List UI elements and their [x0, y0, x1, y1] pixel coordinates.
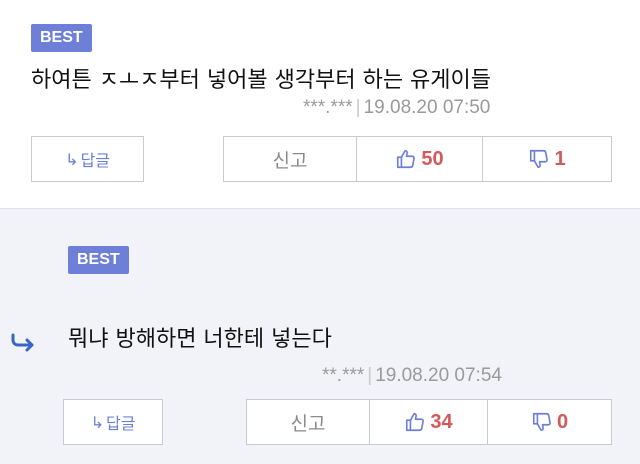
comment-text: 뭐냐 방해하면 너한테 넣는다	[68, 327, 332, 352]
like-button[interactable]: 50	[357, 137, 483, 181]
reply-label: 답글	[80, 151, 110, 170]
comment-meta: **.*** | 19.08.20 07:54	[322, 365, 502, 387]
like-count: 50	[421, 147, 444, 170]
reply-arrow-icon: ↳	[90, 412, 104, 432]
like-button[interactable]: 34	[370, 400, 488, 444]
thumbs-down-icon	[531, 411, 553, 433]
comment-date: 19.08.20 07:54	[375, 365, 502, 386]
vote-group: 신고 50 1	[223, 136, 612, 182]
author-name: ***.***	[303, 97, 353, 118]
like-count: 34	[430, 410, 453, 433]
report-button[interactable]: 신고	[247, 400, 370, 444]
report-button[interactable]: 신고	[224, 137, 357, 181]
nested-reply-arrow-icon	[10, 330, 36, 358]
thumbs-up-icon	[404, 411, 426, 433]
best-badge: BEST	[31, 24, 92, 52]
dislike-count: 0	[556, 410, 569, 433]
dislike-button[interactable]: 0	[488, 400, 611, 444]
thumbs-up-icon	[395, 148, 417, 170]
reply-button[interactable]: ↳ 답글	[63, 399, 163, 445]
report-label: 신고	[272, 149, 308, 172]
comment-date: 19.08.20 07:50	[363, 97, 491, 118]
dislike-count: 1	[554, 147, 566, 170]
report-label: 신고	[290, 412, 326, 435]
reply-button[interactable]: ↳ 답글	[31, 136, 144, 182]
comment-1: BEST 하여튼 ㅈㅗㅈ부터 넣어볼 생각부터 하는 유게이들 ***.*** |…	[0, 0, 640, 208]
thumbs-down-icon	[528, 148, 550, 170]
meta-separator: |	[355, 97, 361, 118]
comment-meta: ***.*** | 19.08.20 07:50	[303, 97, 490, 119]
reply-label: 답글	[105, 414, 136, 433]
comment-text: 하여튼 ㅈㅗㅈ부터 넣어볼 생각부터 하는 유게이들	[31, 68, 492, 93]
reply-arrow-icon: ↳	[65, 149, 79, 169]
author-name: **.***	[322, 365, 365, 386]
meta-separator: |	[367, 365, 373, 386]
dislike-button[interactable]: 1	[483, 137, 611, 181]
comment-2: BEST 뭐냐 방해하면 너한테 넣는다 **.*** | 19.08.20 07:…	[0, 208, 640, 464]
best-badge: BEST	[68, 246, 129, 274]
vote-group: 신고 34 0	[246, 399, 612, 445]
